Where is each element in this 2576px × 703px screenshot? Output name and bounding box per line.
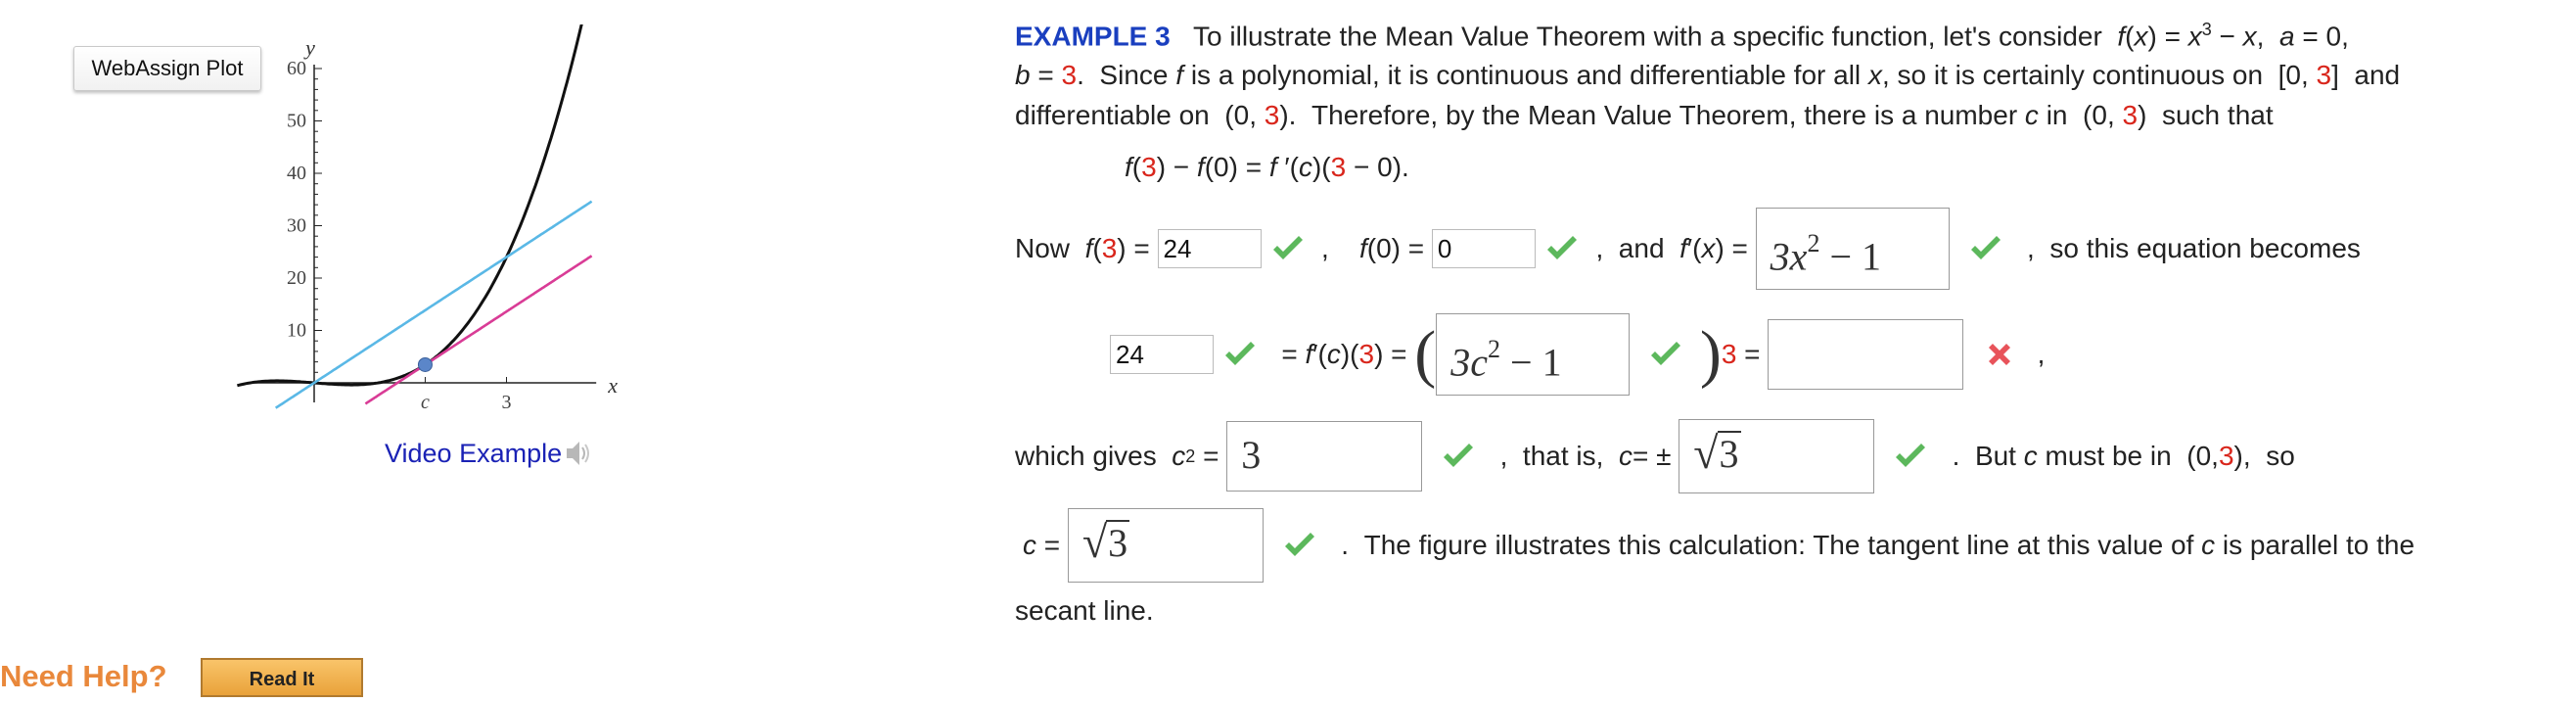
c-final-row: c = √ 3 . The figure illustrates this cal… <box>1023 508 2415 583</box>
left-value-input[interactable] <box>1110 335 1214 374</box>
and-diff-text: and differentiable for all <box>1576 60 1862 90</box>
intro-text: To illustrate the Mean Value Theorem wit… <box>1193 21 2102 52</box>
y-tick-label: 60 <box>287 58 306 79</box>
but-text: But <box>1974 441 2016 471</box>
substitution-row: = f ′(c)(3) = ( 3c2 − 1 )3 = , <box>1110 312 2045 397</box>
check-icon <box>1970 236 2001 259</box>
open-paren: ( <box>1414 318 1437 390</box>
f3-input[interactable] <box>1157 229 1262 268</box>
example-line-2: b = 3. Since f is a polynomial, it is co… <box>1015 60 2401 90</box>
x-axis-label: x <box>607 373 618 398</box>
secant-line-text: secant line. <box>1015 595 1154 626</box>
which-gives-text: which gives <box>1015 441 1157 471</box>
check-icon <box>1444 444 1474 467</box>
y-tick-label: 10 <box>287 320 306 342</box>
fprime-base: 3x <box>1770 234 1808 279</box>
check-icon <box>1896 444 1926 467</box>
fprime-exponent: 2 <box>1807 229 1820 258</box>
c-sqrt-input[interactable]: √ 3 <box>1679 419 1875 493</box>
fprime-math-input[interactable]: 3x2 − 1 <box>1755 208 1950 290</box>
such-that-text: such that <box>2161 100 2274 130</box>
and-text: and <box>1618 233 1665 263</box>
c-final-input[interactable]: √ 3 <box>1067 508 1264 583</box>
example-line-3: differentiable on (0, 3). Therefore, by … <box>1015 100 2274 130</box>
fc-deriv-math-input[interactable]: 3c2 − 1 <box>1436 313 1631 396</box>
incorrect-x-icon <box>1989 344 2011 365</box>
check-icon <box>1284 533 1314 556</box>
fc-deriv-base: 3c <box>1450 340 1489 385</box>
so-text: so <box>2266 441 2295 471</box>
c-final-value: 3 <box>1106 520 1130 565</box>
x-tick-label: c <box>421 392 430 413</box>
now-row: Now f(3) = , f(0) = , and f ′(x) = 3x2 −… <box>1015 208 2361 290</box>
fc-deriv-exponent: 2 <box>1488 335 1501 363</box>
read-it-button[interactable]: Read It <box>201 658 363 697</box>
mvt-equation: f(3) − f(0) = f ′(c)(3 − 0). <box>1125 152 1409 182</box>
equation-result-input[interactable] <box>1768 319 1964 390</box>
secant-line <box>274 200 593 409</box>
c-squared-input[interactable]: 3 <box>1226 421 1423 492</box>
must-be-text: must be in <box>2045 441 2172 471</box>
c-sqrt-value: 3 <box>1717 431 1741 476</box>
fc-deriv-tail: − 1 <box>1500 340 1562 385</box>
close-paren: ) <box>1699 318 1722 390</box>
equation-becomes-text: so this equation becomes <box>2049 233 2361 263</box>
function-plot: 10 20 30 40 50 60 c 3 x y <box>236 24 618 413</box>
check-icon <box>1272 236 1303 259</box>
y-tick-label: 50 <box>287 111 306 132</box>
is-poly-text: is a polynomial, it is continuous <box>1190 60 1569 90</box>
continuous-on-text: so it is certainly continuous on <box>1897 60 2264 90</box>
parallel-text: is parallel to the <box>2222 530 2415 560</box>
since-text: Since <box>1099 60 1169 90</box>
check-icon <box>1225 342 1255 365</box>
figure-text: The figure illustrates this calculation:… <box>1363 530 2194 560</box>
y-tick-label: 20 <box>287 267 306 289</box>
speaker-icon <box>567 442 590 465</box>
check-icon <box>1546 236 1577 259</box>
example-heading: EXAMPLE 3 <box>1015 21 1171 52</box>
y-tick-label: 30 <box>287 215 306 237</box>
y-axis-label: y <box>303 35 315 60</box>
video-example-link[interactable]: Video Example <box>385 437 593 470</box>
tangent-point <box>417 356 433 372</box>
plot-labels: 10 20 30 40 50 60 c 3 x y <box>287 35 618 413</box>
that-is-text: that is, <box>1522 441 1604 471</box>
need-help-label: Need Help? <box>0 659 167 693</box>
fprime-tail: − 1 <box>1819 234 1881 279</box>
mvt-text: Therefore, by the Mean Value Theorem, th… <box>1311 100 2018 130</box>
f0-input[interactable] <box>1431 229 1536 268</box>
c-squared-row: which gives c2 = 3 , that is, c = ± √ 3 .… <box>1015 419 2295 493</box>
y-tick-label: 40 <box>287 163 306 184</box>
video-example-label[interactable]: Video Example <box>385 439 562 469</box>
now-text: Now <box>1015 233 1071 263</box>
x-tick-label: 3 <box>502 392 512 413</box>
tangent-line <box>364 255 593 405</box>
example-line-1: EXAMPLE 3 To illustrate the Mean Value T… <box>1015 20 2349 52</box>
check-icon <box>1651 342 1681 365</box>
